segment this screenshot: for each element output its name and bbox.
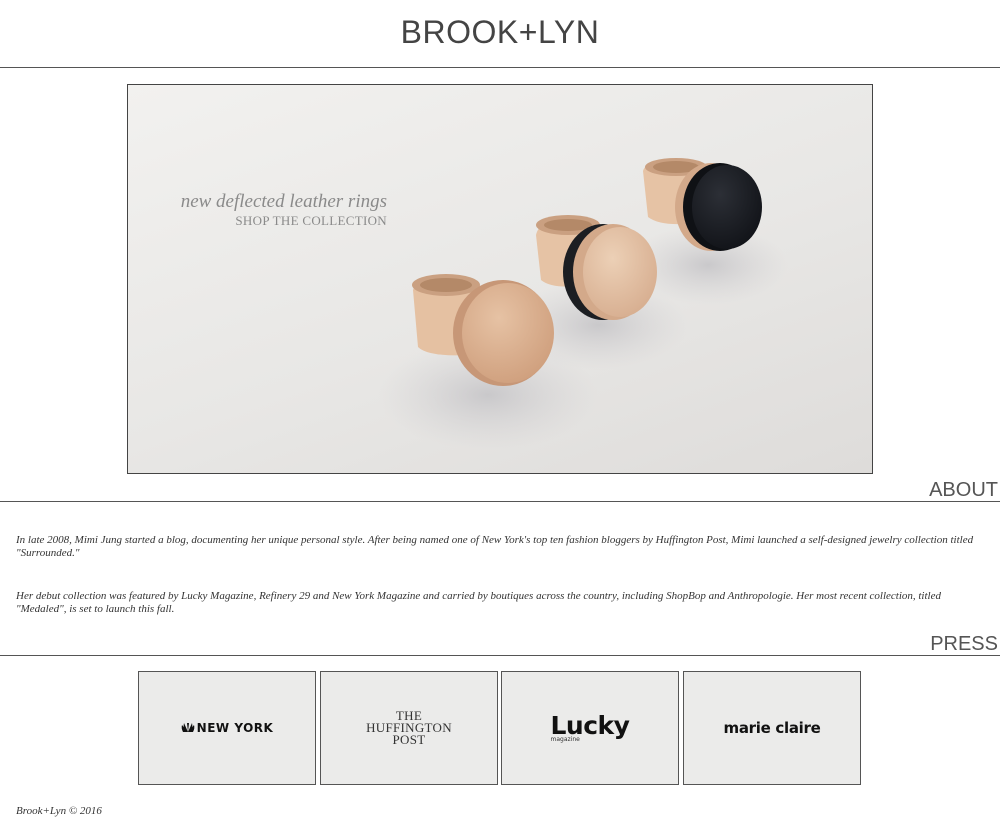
brand-logo[interactable]: BROOK+LYN xyxy=(0,14,1000,51)
press-logo-marie-claire[interactable]: marie claire xyxy=(683,671,861,785)
hero-caption: new deflected leather rings SHOP THE COL… xyxy=(128,191,387,229)
huffington-post-logo: THE HUFFINGTON POST xyxy=(366,708,452,747)
site-header: BROOK+LYN xyxy=(0,0,1000,68)
press-heading: PRESS xyxy=(930,633,998,655)
hero-banner[interactable]: new deflected leather rings SHOP THE COL… xyxy=(127,84,873,474)
about-paragraph-2: Her debut collection was featured by Luc… xyxy=(16,590,941,615)
shop-collection-link[interactable]: SHOP THE COLLECTION xyxy=(128,213,387,229)
press-section-header: PRESS xyxy=(0,632,1000,656)
lucky-logo: Lucky magazine xyxy=(550,711,630,743)
press-logo-nbc-new-york[interactable]: NEW YORK xyxy=(138,671,316,785)
nbc-new-york-logo: NEW YORK xyxy=(181,721,274,735)
leather-rings-image xyxy=(378,158,788,450)
about-section-header: ABOUT xyxy=(0,478,1000,502)
about-heading: ABOUT xyxy=(929,479,998,501)
marie-claire-logo: marie claire xyxy=(723,719,821,737)
press-logo-lucky[interactable]: Lucky magazine xyxy=(501,671,679,785)
hero-title: new deflected leather rings xyxy=(180,191,387,212)
about-paragraph-1: In late 2008, Mimi Jung started a blog, … xyxy=(16,534,974,559)
footer-copyright: Brook+Lyn © 2016 xyxy=(16,805,102,817)
nbc-peacock-icon xyxy=(181,723,195,732)
press-logo-huffington-post[interactable]: THE HUFFINGTON POST xyxy=(320,671,498,785)
